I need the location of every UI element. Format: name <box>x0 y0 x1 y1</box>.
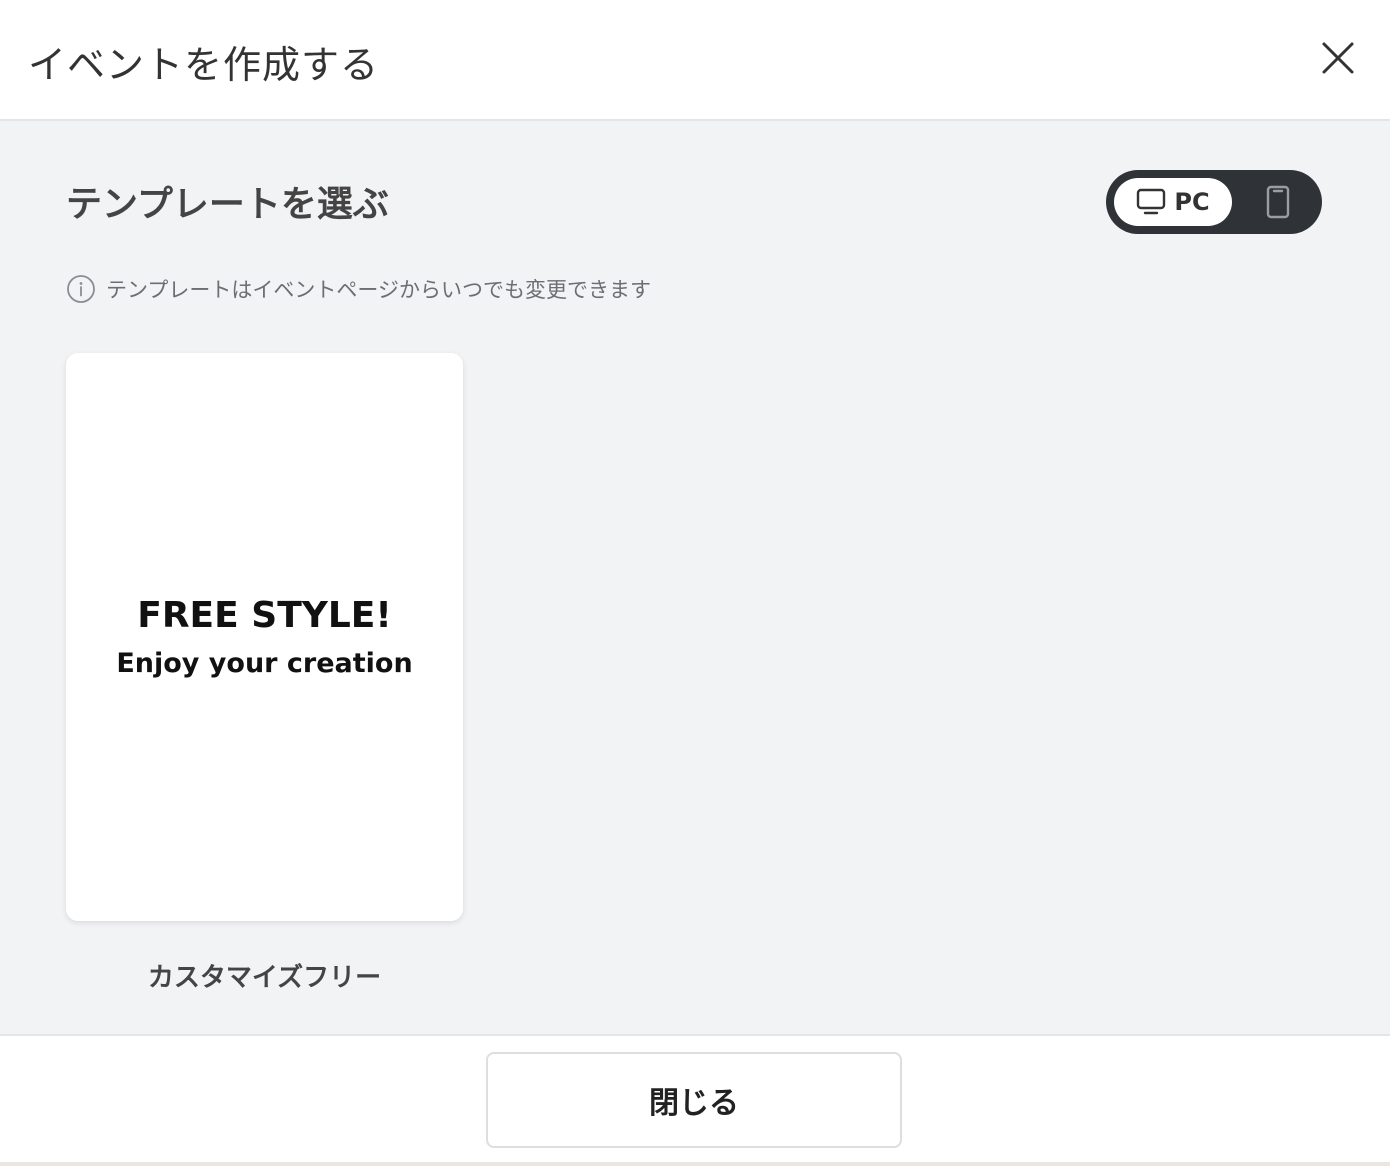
info-text: テンプレートはイベントページからいつでも変更できます <box>106 278 651 302</box>
template-headline: FREE STYLE! <box>137 595 392 636</box>
modal-body: テンプレートを選ぶ PC テンプレートはイベントページからいつでも変更できます … <box>0 121 1390 1034</box>
footer-close-button[interactable]: 閉じる <box>486 1052 902 1148</box>
info-icon <box>67 275 95 303</box>
toggle-mobile-button[interactable] <box>1242 178 1314 226</box>
modal-header: イベントを作成する <box>0 0 1390 121</box>
close-button[interactable] <box>1312 32 1364 84</box>
section-title: テンプレートを選ぶ <box>66 184 389 225</box>
monitor-icon <box>1137 188 1166 215</box>
smartphone-icon <box>1266 185 1290 219</box>
modal-footer: 閉じる <box>0 1034 1390 1166</box>
device-toggle: PC <box>1106 170 1322 234</box>
footer-divider <box>0 1162 1390 1166</box>
toggle-pc-button[interactable]: PC <box>1114 178 1232 226</box>
template-name: カスタマイズフリー <box>147 963 382 993</box>
toggle-pc-label: PC <box>1174 188 1210 216</box>
info-note: テンプレートはイベントページからいつでも変更できます <box>66 272 651 306</box>
template-card-free-style[interactable]: FREE STYLE! Enjoy your creation <box>66 353 463 921</box>
create-event-modal: イベントを作成する テンプレートを選ぶ PC テンプレートはイベントページからい… <box>0 0 1390 1166</box>
template-subheadline: Enjoy your creation <box>116 648 413 679</box>
close-icon <box>1322 42 1354 74</box>
modal-title: イベントを作成する <box>28 43 380 87</box>
